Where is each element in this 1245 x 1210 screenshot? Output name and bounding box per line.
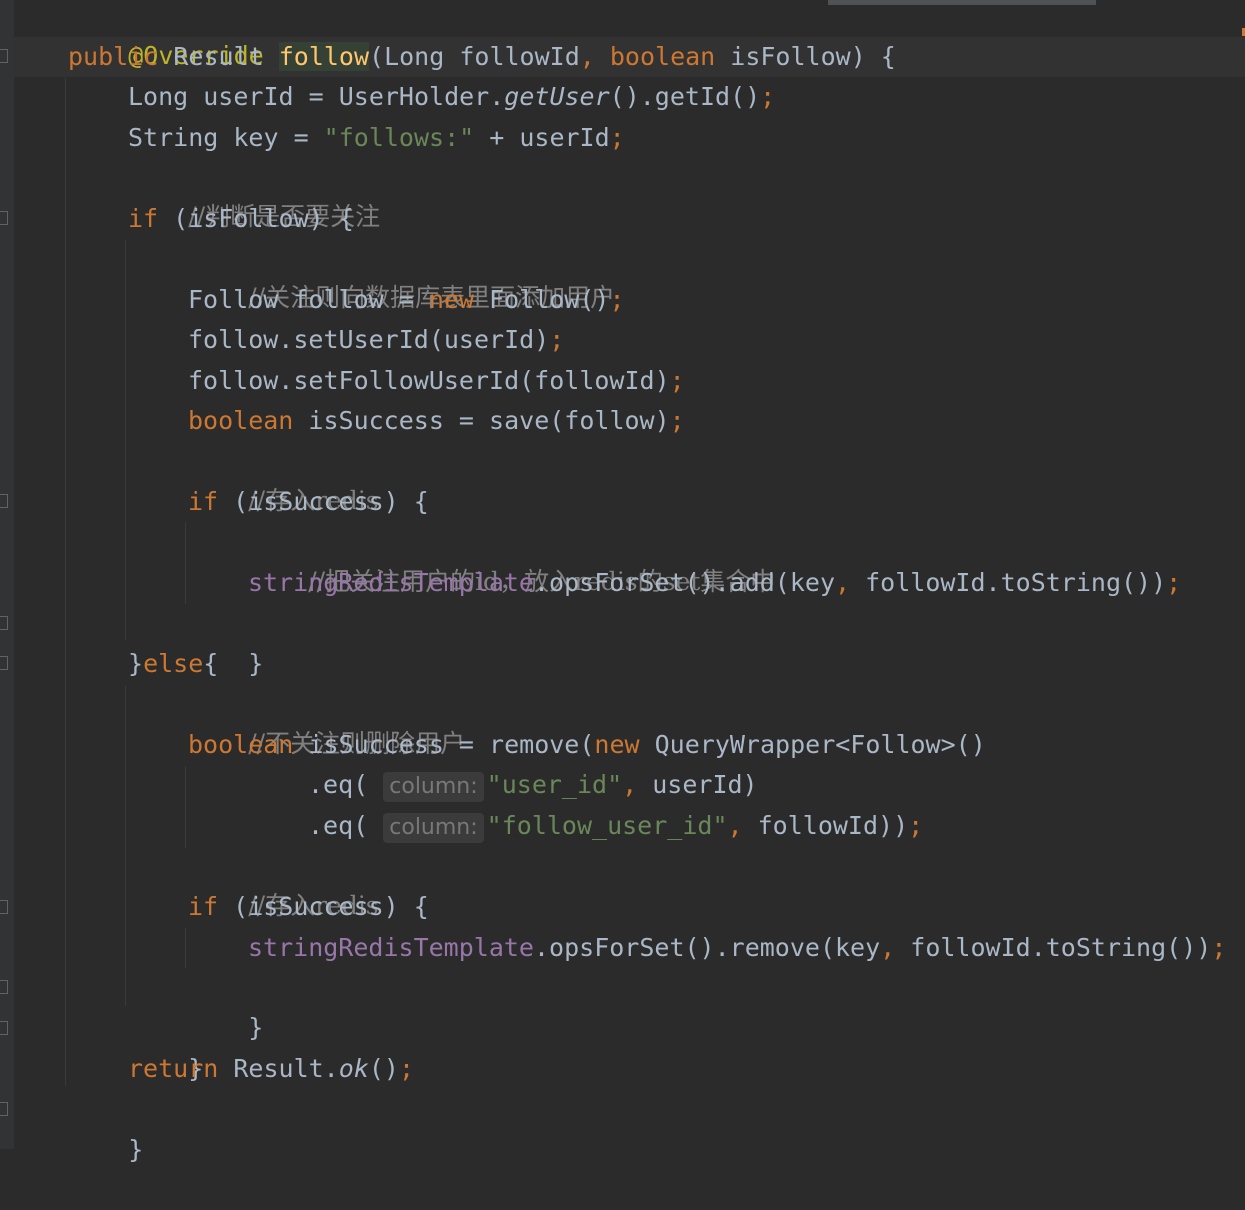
fold-marker-icon[interactable] bbox=[0, 49, 8, 63]
code-line: boolean isSuccess = save(follow); bbox=[188, 406, 685, 435]
code-line: } bbox=[188, 968, 263, 1042]
code-line: //存入redis bbox=[188, 846, 378, 920]
fold-marker-icon[interactable] bbox=[0, 656, 8, 670]
method-name-highlight: follow bbox=[278, 42, 370, 71]
code-line: String key = "follows:" + userId; bbox=[128, 123, 625, 152]
parameter-hint: column: bbox=[383, 772, 484, 802]
indent-guide bbox=[65, 78, 66, 1086]
fold-marker-icon[interactable] bbox=[0, 1021, 8, 1035]
code-line: public Result follow(Long followId, bool… bbox=[68, 42, 896, 71]
code-line: Long userId = UserHolder.getUser().getId… bbox=[128, 82, 776, 111]
horizontal-scroll-thumb[interactable] bbox=[828, 0, 1096, 5]
indent-guide bbox=[185, 522, 186, 604]
fold-marker-icon[interactable] bbox=[0, 211, 8, 225]
code-line: Follow follow = new Follow(); bbox=[188, 285, 625, 314]
closing-brace: } bbox=[248, 649, 264, 678]
fold-marker-icon[interactable] bbox=[0, 494, 8, 508]
code-line: .eq( column: "user_id", userId) bbox=[308, 765, 758, 805]
closing-brace: } bbox=[128, 1135, 144, 1164]
closing-brace: } bbox=[248, 1013, 264, 1042]
code-line: }else{ bbox=[128, 649, 219, 678]
code-line: if (isSuccess) { bbox=[188, 892, 429, 921]
fold-marker-icon[interactable] bbox=[0, 616, 8, 630]
code-line: } bbox=[188, 604, 263, 678]
code-line: follow.setFollowUserId(followId); bbox=[188, 366, 685, 395]
code-line: //不关注则删除用户 bbox=[188, 684, 465, 758]
indent-guide bbox=[125, 686, 126, 1006]
code-line: //判断是否要关注 bbox=[128, 157, 380, 231]
code-line: //存入redis bbox=[188, 441, 378, 515]
code-line: } bbox=[68, 1090, 143, 1164]
indent-guide bbox=[185, 766, 186, 848]
code-line: stringRedisTemplate.opsForSet().add(key,… bbox=[248, 568, 1182, 597]
code-line: return Result.ok(); bbox=[128, 1054, 414, 1083]
fold-marker-icon[interactable] bbox=[0, 900, 8, 914]
code-line: if (isSuccess) { bbox=[188, 487, 429, 516]
indent-guide bbox=[185, 928, 186, 968]
code-line: //关注则向数据库表里面添加用户 bbox=[188, 238, 615, 312]
code-line: boolean isSuccess = remove(new QueryWrap… bbox=[188, 730, 986, 759]
code-line: stringRedisTemplate.opsForSet().remove(k… bbox=[248, 933, 1227, 962]
code-line: follow.setUserId(userId); bbox=[188, 325, 565, 354]
parameter-hint: column: bbox=[383, 813, 484, 843]
editor-gutter bbox=[0, 0, 14, 1149]
indent-guide bbox=[125, 240, 126, 640]
fold-marker-icon[interactable] bbox=[0, 1102, 8, 1116]
code-line: } bbox=[128, 1009, 203, 1083]
code-line: @Override bbox=[68, 0, 263, 70]
code-line: if (isFollow) { bbox=[128, 204, 354, 233]
code-line: //把关注用户的id，放入redis的set集合中 bbox=[248, 522, 775, 596]
code-line: .eq( column: "follow_user_id", followId))… bbox=[308, 806, 923, 846]
fold-marker-icon[interactable] bbox=[0, 980, 8, 994]
